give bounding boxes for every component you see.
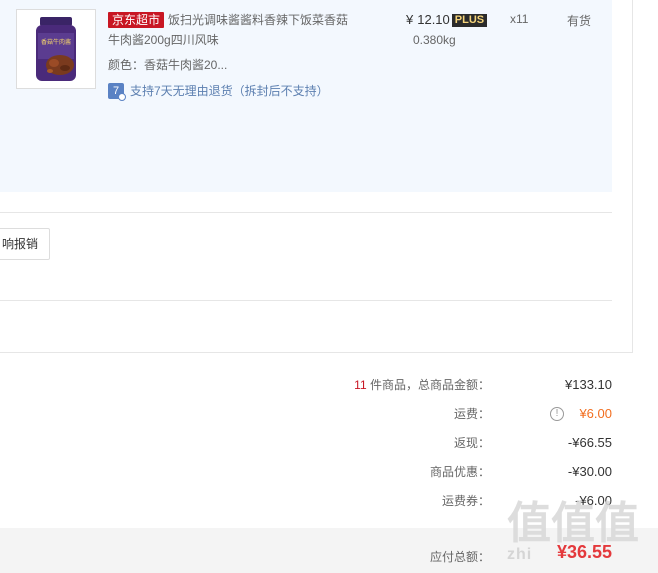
seven-day-return-icon: 7 (108, 83, 126, 101)
discount-row: 商品优惠： -¥30.00 (0, 462, 658, 482)
info-icon[interactable]: ! (550, 407, 564, 421)
product-weight: 0.380kg (413, 33, 456, 47)
shipping-value: ¥6.00 (579, 406, 612, 421)
coupon-row: 运费券： -¥6.00 (0, 491, 658, 511)
plus-badge: PLUS (451, 14, 488, 27)
product-quantity: x11 (510, 12, 529, 26)
coupon-value: -¥6.00 (575, 493, 612, 508)
box-border (632, 0, 633, 352)
returns-policy[interactable]: 7 支持7天无理由退货（拆封后不支持） (108, 82, 329, 101)
shipping-row: 运费： ! ¥6.00 (0, 404, 658, 424)
item-count: 11 (354, 378, 367, 392)
price-symbol: ¥ (406, 12, 414, 27)
price-value: 12.10 (417, 12, 450, 27)
unit-price: ¥12.10 PLUS (406, 11, 488, 29)
total-bar: 应付总额： ¥36.55 (0, 528, 658, 573)
store-tag: 京东超市 (108, 12, 165, 28)
discount-label: 商品优惠： (429, 465, 490, 479)
cashback-value: -¥66.55 (567, 435, 612, 450)
divider (0, 300, 612, 301)
watermark-text: zhi (507, 546, 533, 563)
goods-total-value: ¥133.10 (565, 377, 612, 392)
goods-total-label: 11 件商品，总商品金额： (354, 378, 490, 392)
goods-total-row: 11 件商品，总商品金额： ¥133.10 (0, 375, 658, 395)
divider (0, 352, 633, 353)
sauce-jar-image: 香菇牛肉酱 (36, 17, 76, 81)
discount-value: -¥30.00 (567, 464, 612, 479)
jar-label-text: 香菇牛肉酱 (41, 38, 71, 46)
divider (0, 212, 612, 213)
stock-status: 有货 (567, 14, 592, 28)
product-title[interactable]: 京东超市 饭扫光调味酱酱料香辣下饭菜香菇牛肉酱200g四川风味 (108, 10, 358, 50)
cashback-label: 返现： (453, 436, 490, 450)
coupon-label: 运费券： (441, 494, 490, 508)
cashback-row: 返现： -¥66.55 (0, 433, 658, 453)
shipping-label: 运费： (453, 407, 490, 421)
product-thumbnail[interactable]: 香菇牛肉酱 (16, 9, 96, 89)
total-amount: ¥36.55 (556, 542, 612, 562)
product-spec: 颜色：香菇牛肉酱20... (108, 58, 228, 72)
total-label: 应付总额： (429, 550, 490, 564)
returns-policy-text[interactable]: 支持7天无理由退货（拆封后不支持） (130, 82, 329, 100)
invoice-button[interactable]: 响报销 (0, 228, 50, 260)
order-item-panel: 香菇牛肉酱 京东超市 饭扫光调味酱酱料香辣下饭菜香菇牛肉酱200g四川风味 颜色：… (0, 0, 612, 192)
